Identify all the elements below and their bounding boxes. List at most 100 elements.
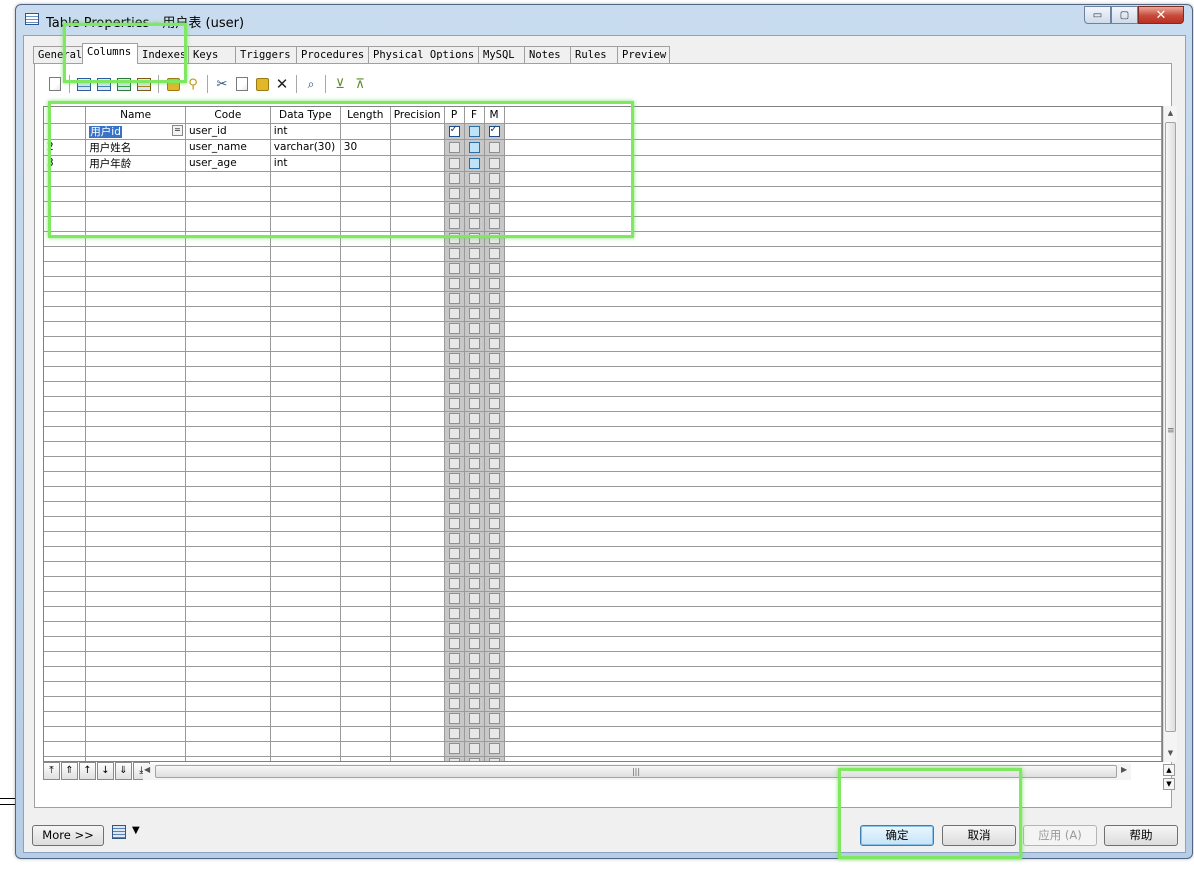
- empty-cell[interactable]: [185, 306, 271, 322]
- empty-cell[interactable]: [340, 621, 391, 637]
- empty-cell[interactable]: [390, 531, 445, 547]
- empty-cell[interactable]: [444, 591, 465, 607]
- empty-cell[interactable]: [85, 561, 186, 577]
- empty-checkbox[interactable]: [488, 653, 500, 664]
- empty-table-row[interactable]: [44, 696, 1162, 712]
- empty-checkbox[interactable]: [448, 563, 460, 574]
- empty-checkbox[interactable]: [448, 308, 460, 319]
- empty-cell[interactable]: [444, 336, 465, 352]
- empty-checkbox[interactable]: [468, 293, 480, 304]
- empty-cell[interactable]: [340, 171, 391, 187]
- scroll-right-arrow-icon[interactable]: ▶: [1121, 765, 1127, 774]
- empty-cell[interactable]: [464, 651, 485, 667]
- empty-table-row[interactable]: [44, 171, 1162, 187]
- empty-checkbox[interactable]: [468, 443, 480, 454]
- empty-cell[interactable]: [85, 696, 186, 712]
- empty-cell[interactable]: [340, 516, 391, 532]
- empty-cell[interactable]: [444, 321, 465, 337]
- empty-cell[interactable]: [444, 516, 465, 532]
- empty-cell[interactable]: [444, 546, 465, 562]
- cell-precision[interactable]: [390, 123, 445, 140]
- cell-data-type[interactable]: int: [270, 123, 341, 140]
- empty-cell[interactable]: [390, 246, 445, 262]
- empty-checkbox[interactable]: [488, 368, 500, 379]
- empty-checkbox[interactable]: [448, 353, 460, 364]
- close-button[interactable]: ✕: [1138, 6, 1184, 24]
- mandatory-checkbox[interactable]: [488, 157, 500, 169]
- empty-cell[interactable]: [464, 201, 485, 217]
- empty-checkbox[interactable]: [448, 518, 460, 529]
- empty-checkbox[interactable]: [468, 698, 480, 709]
- empty-cell[interactable]: [390, 621, 445, 637]
- empty-checkbox[interactable]: [468, 218, 480, 229]
- empty-cell[interactable]: [340, 471, 391, 487]
- empty-cell[interactable]: [85, 621, 186, 637]
- empty-table-row[interactable]: [44, 501, 1162, 517]
- empty-cell[interactable]: [185, 216, 271, 232]
- empty-checkbox[interactable]: [488, 623, 500, 634]
- empty-checkbox[interactable]: [448, 443, 460, 454]
- empty-cell[interactable]: [484, 546, 505, 562]
- empty-checkbox[interactable]: [448, 533, 460, 544]
- table-row[interactable]: 2 用户姓名 user_name varchar(30) 30: [44, 139, 1162, 156]
- empty-cell[interactable]: [464, 291, 485, 307]
- empty-cell[interactable]: [390, 216, 445, 232]
- empty-cell[interactable]: [185, 426, 271, 442]
- empty-cell[interactable]: [484, 576, 505, 592]
- empty-cell[interactable]: [270, 351, 341, 367]
- new-icon[interactable]: [163, 74, 183, 94]
- cell-name[interactable]: 用户年龄: [85, 155, 186, 172]
- empty-cell[interactable]: [340, 696, 391, 712]
- empty-checkbox[interactable]: [468, 503, 480, 514]
- empty-checkbox[interactable]: [468, 353, 480, 364]
- scroll-down-arrow-icon[interactable]: ▼: [1164, 746, 1177, 760]
- empty-checkbox[interactable]: [468, 263, 480, 274]
- empty-checkbox[interactable]: [488, 233, 500, 244]
- empty-cell[interactable]: [484, 426, 505, 442]
- empty-cell[interactable]: [390, 576, 445, 592]
- empty-cell[interactable]: [270, 426, 341, 442]
- empty-cell[interactable]: [464, 411, 485, 427]
- empty-table-row[interactable]: [44, 516, 1162, 532]
- empty-cell[interactable]: [85, 216, 186, 232]
- column-header-name[interactable]: Name: [85, 107, 186, 124]
- empty-cell[interactable]: [390, 396, 445, 412]
- empty-cell[interactable]: [484, 486, 505, 502]
- empty-cell[interactable]: [270, 696, 341, 712]
- apply-button[interactable]: 应用 (A): [1023, 825, 1097, 846]
- cell-precision[interactable]: [390, 139, 445, 156]
- empty-cell[interactable]: [340, 456, 391, 472]
- primary-checkbox[interactable]: [448, 157, 460, 169]
- empty-cell[interactable]: [270, 246, 341, 262]
- empty-cell[interactable]: [464, 516, 485, 532]
- empty-cell[interactable]: [85, 636, 186, 652]
- empty-checkbox[interactable]: [468, 398, 480, 409]
- empty-cell[interactable]: [390, 351, 445, 367]
- empty-cell[interactable]: [85, 276, 186, 292]
- empty-checkbox[interactable]: [448, 248, 460, 259]
- empty-cell[interactable]: [444, 441, 465, 457]
- column-header-data-type[interactable]: Data Type: [270, 107, 341, 124]
- empty-cell[interactable]: [185, 261, 271, 277]
- filter-icon[interactable]: ⊻: [330, 74, 350, 94]
- empty-cell[interactable]: [185, 201, 271, 217]
- empty-checkbox[interactable]: [468, 203, 480, 214]
- empty-cell[interactable]: [390, 171, 445, 187]
- empty-cell[interactable]: [464, 456, 485, 472]
- empty-cell[interactable]: [85, 186, 186, 202]
- empty-cell[interactable]: [444, 396, 465, 412]
- empty-checkbox[interactable]: [448, 428, 460, 439]
- empty-cell[interactable]: [390, 426, 445, 442]
- empty-cell[interactable]: [484, 621, 505, 637]
- empty-checkbox[interactable]: [468, 668, 480, 679]
- empty-cell[interactable]: [85, 336, 186, 352]
- empty-checkbox[interactable]: [468, 728, 480, 739]
- empty-checkbox[interactable]: [448, 293, 460, 304]
- empty-table-row[interactable]: [44, 351, 1162, 367]
- empty-cell[interactable]: [340, 261, 391, 277]
- empty-checkbox[interactable]: [468, 623, 480, 634]
- empty-cell[interactable]: [185, 681, 271, 697]
- empty-checkbox[interactable]: [468, 653, 480, 664]
- empty-table-row[interactable]: [44, 216, 1162, 232]
- title-bar[interactable]: Table Properties - 用户表 (user) ▭ ▢ ✕: [16, 5, 1192, 33]
